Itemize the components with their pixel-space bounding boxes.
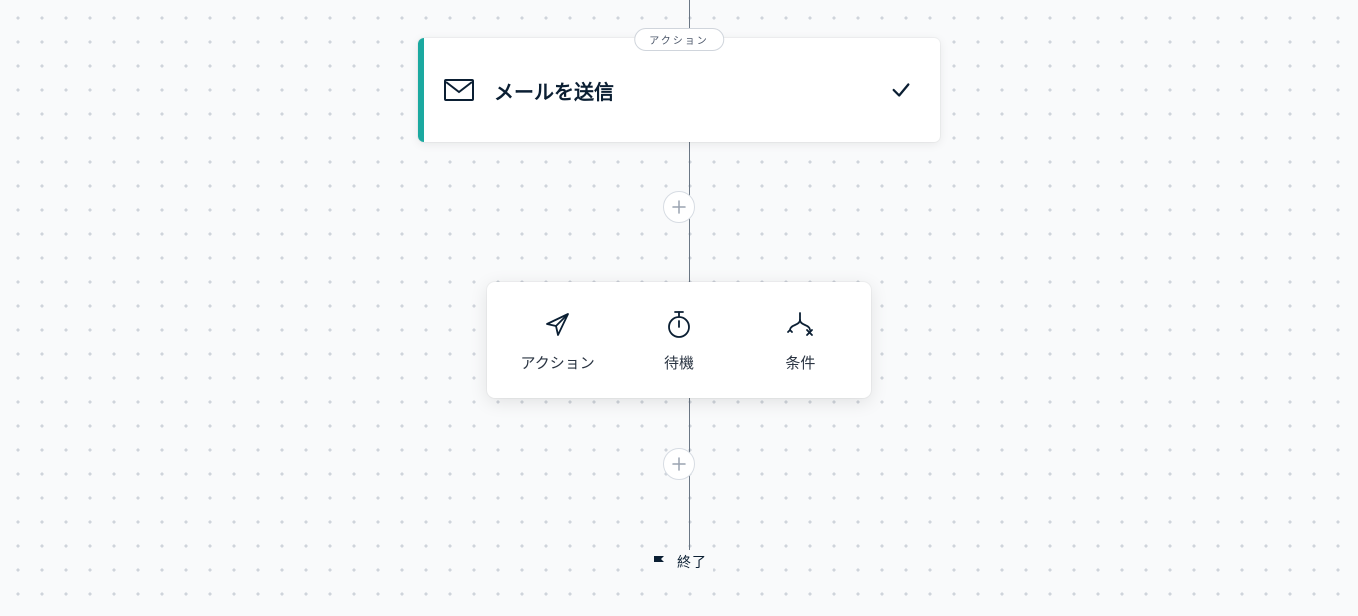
node-title: メールを送信 bbox=[494, 76, 890, 105]
check-icon bbox=[890, 79, 912, 101]
workflow-end-marker: 終了 bbox=[645, 550, 713, 574]
option-label: 待機 bbox=[664, 352, 694, 373]
node-type-badge: アクション bbox=[634, 28, 724, 51]
end-label: 終了 bbox=[677, 552, 707, 572]
flag-icon bbox=[651, 554, 667, 570]
step-type-selector: アクション 待機 bbox=[487, 282, 871, 398]
branch-icon bbox=[785, 308, 815, 340]
mail-icon bbox=[424, 79, 494, 101]
paper-plane-icon bbox=[544, 308, 572, 340]
option-condition[interactable]: 条件 bbox=[740, 282, 861, 398]
workflow-canvas[interactable]: アクション メールを送信 アクシ bbox=[0, 0, 1358, 616]
add-step-button[interactable] bbox=[663, 448, 695, 480]
action-node-card[interactable]: メールを送信 bbox=[418, 38, 940, 142]
connector-line bbox=[689, 398, 690, 558]
stopwatch-icon bbox=[665, 308, 693, 340]
add-step-button[interactable] bbox=[663, 191, 695, 223]
option-label: 条件 bbox=[785, 352, 815, 373]
option-action[interactable]: アクション bbox=[497, 282, 618, 398]
option-label: アクション bbox=[521, 352, 595, 373]
option-wait[interactable]: 待機 bbox=[618, 282, 739, 398]
